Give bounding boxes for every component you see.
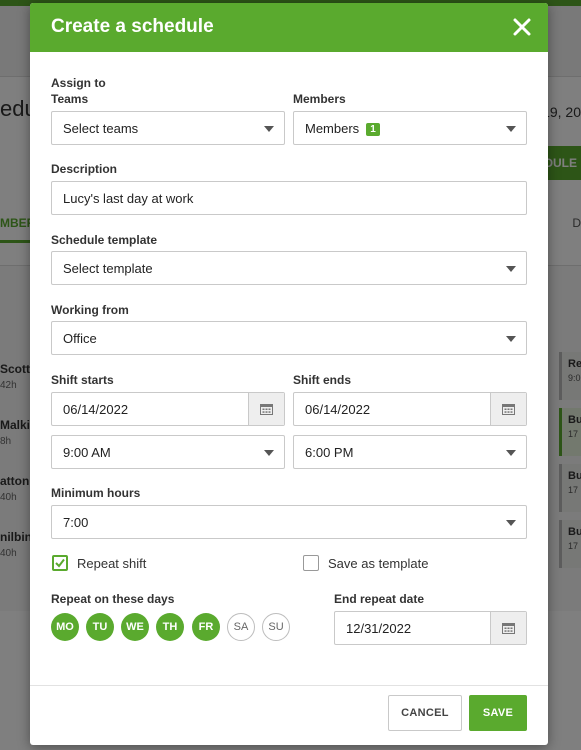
save-button[interactable]: SAVE — [469, 695, 527, 731]
chevron-down-icon — [506, 336, 516, 342]
members-label: Members — [293, 92, 346, 106]
chevron-down-icon — [264, 126, 274, 132]
shift-end-time-value: 6:00 PM — [305, 445, 354, 460]
minimum-hours-label: Minimum hours — [51, 486, 141, 500]
day-toggle-mo[interactable]: MO — [51, 613, 79, 641]
shift-start-time-select[interactable]: 9:00 AM — [51, 435, 285, 469]
schedule-template-value: Select template — [63, 261, 153, 276]
footer-divider — [30, 685, 548, 686]
shift-start-date-input[interactable]: 06/14/2022 — [51, 392, 285, 426]
assign-to-label: Assign to — [51, 76, 106, 90]
calendar-button[interactable] — [248, 393, 284, 425]
repeat-shift-checkbox[interactable] — [52, 555, 68, 571]
working-from-select[interactable]: Office — [51, 321, 527, 355]
members-count-badge: 1 — [366, 123, 380, 136]
chevron-down-icon — [264, 450, 274, 456]
close-button[interactable] — [510, 15, 534, 39]
close-icon — [513, 18, 531, 36]
day-toggle-we[interactable]: WE — [121, 613, 149, 641]
shift-starts-label: Shift starts — [51, 373, 114, 387]
working-from-label: Working from — [51, 303, 129, 317]
shift-end-date-input[interactable]: 06/14/2022 — [293, 392, 527, 426]
repeat-shift-label[interactable]: Repeat shift — [77, 556, 146, 571]
save-as-template-checkbox[interactable] — [303, 555, 319, 571]
schedule-template-label: Schedule template — [51, 233, 158, 247]
description-value: Lucy's last day at work — [63, 191, 194, 206]
calendar-button[interactable] — [490, 393, 526, 425]
teams-select[interactable]: Select teams — [51, 111, 285, 145]
day-toggle-su[interactable]: SU — [262, 613, 290, 641]
teams-label: Teams — [51, 92, 89, 106]
save-as-template-label[interactable]: Save as template — [328, 556, 428, 571]
repeat-days-label: Repeat on these days — [51, 592, 175, 606]
calendar-icon — [502, 623, 515, 634]
chevron-down-icon — [506, 520, 516, 526]
shift-ends-label: Shift ends — [293, 373, 352, 387]
minimum-hours-value: 7:00 — [63, 515, 89, 530]
chevron-down-icon — [506, 450, 516, 456]
end-repeat-date-input[interactable]: 12/31/2022 — [334, 611, 527, 645]
members-select[interactable]: Members 1 — [293, 111, 527, 145]
day-toggle-tu[interactable]: TU — [86, 613, 114, 641]
shift-start-time-value: 9:00 AM — [63, 445, 111, 460]
schedule-template-select[interactable]: Select template — [51, 251, 527, 285]
minimum-hours-select[interactable]: 7:00 — [51, 505, 527, 539]
teams-value: Select teams — [63, 121, 139, 136]
end-repeat-date-value: 12/31/2022 — [346, 621, 412, 636]
shift-start-date-value: 06/14/2022 — [63, 402, 129, 417]
working-from-value: Office — [63, 331, 97, 346]
end-repeat-label: End repeat date — [334, 592, 425, 606]
calendar-icon — [502, 404, 515, 415]
chevron-down-icon — [506, 126, 516, 132]
calendar-icon — [260, 404, 273, 415]
dialog-title: Create a schedule — [51, 16, 214, 37]
calendar-button[interactable] — [490, 612, 526, 644]
day-toggle-th[interactable]: TH — [156, 613, 184, 641]
dialog-header: Create a schedule — [30, 3, 548, 52]
chevron-down-icon — [506, 266, 516, 272]
description-input[interactable]: Lucy's last day at work — [51, 181, 527, 215]
description-label: Description — [51, 162, 118, 176]
members-value: Members — [305, 121, 360, 136]
checkmark-icon — [55, 558, 65, 568]
day-toggle-fr[interactable]: FR — [192, 613, 220, 641]
shift-end-date-value: 06/14/2022 — [305, 402, 371, 417]
cancel-button[interactable]: CANCEL — [388, 695, 462, 731]
shift-end-time-select[interactable]: 6:00 PM — [293, 435, 527, 469]
create-schedule-dialog: Create a schedule Assign to Teams Select… — [30, 3, 548, 745]
day-toggle-sa[interactable]: SA — [227, 613, 255, 641]
